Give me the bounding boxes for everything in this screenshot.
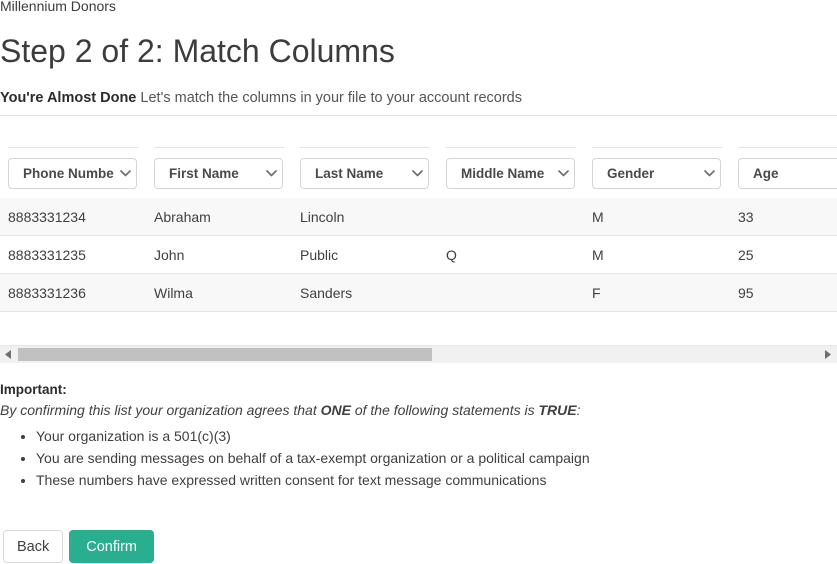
table-cell: Q [446, 246, 457, 263]
column-select-label: Middle Name [461, 165, 545, 181]
match-columns-grid: Phone Number First Name Last Name Middle Na… [0, 121, 837, 312]
important-bullet-list: Your organization is a 501(c)(3)You are … [0, 425, 837, 491]
column-select-label: Last Name [315, 165, 384, 181]
table-cell: 33 [738, 208, 754, 225]
important-lead-true: TRUE [538, 402, 577, 418]
column-select-age[interactable]: Age [738, 157, 837, 189]
table-row: 8883331235 John Public Q M 25 [0, 236, 837, 274]
important-bullet: Your organization is a 501(c)(3) [36, 425, 837, 447]
column-selector-cell-age: Age [730, 157, 837, 189]
header-cell-rule [8, 147, 138, 148]
column-selector-row: Phone Number First Name Last Name Middle Na… [0, 148, 837, 198]
back-button[interactable]: Back [3, 530, 64, 563]
table-header-row [0, 121, 837, 148]
table-header-cell-gender [584, 121, 730, 148]
column-select-label: Gender [607, 165, 655, 181]
column-select-label: Phone Number [23, 165, 114, 181]
table-cell: 8883331236 [8, 284, 86, 301]
column-selector-cell-gender: Gender [584, 157, 730, 189]
column-select-first-name[interactable]: First Name [154, 157, 283, 189]
form-actions: Back Confirm [0, 530, 155, 563]
confirm-button[interactable]: Confirm [69, 530, 155, 563]
table-cell: 8883331234 [8, 208, 86, 225]
column-selector-cell-phone-number: Phone Number [0, 157, 146, 189]
chevron-down-icon [260, 169, 282, 177]
table-cell: Sanders [300, 284, 353, 301]
important-lead-part1: By confirming this list your organizatio… [0, 402, 321, 418]
important-lead: By confirming this list your organizatio… [0, 399, 837, 421]
lead-strong: You're Almost Done [0, 90, 137, 106]
horizontal-scrollbar[interactable] [0, 345, 837, 363]
table-cell: M [592, 246, 604, 263]
column-select-middle-name[interactable]: Middle Name [446, 157, 575, 189]
table-cell: Abraham [154, 208, 211, 225]
table-header-cell-middle-name [438, 121, 584, 148]
table-header-cell-last-name [292, 121, 438, 148]
scrollbar-thumb[interactable] [18, 348, 432, 361]
table-cell: Wilma [154, 284, 193, 301]
important-bullet: These numbers have expressed written con… [36, 469, 837, 491]
chevron-down-icon [406, 169, 428, 177]
column-selector-cell-first-name: First Name [146, 157, 292, 189]
table-cell: 8883331235 [8, 246, 86, 263]
match-columns-table-viewport: Phone Number First Name Last Name Middle Na… [0, 121, 837, 341]
important-lead-one: ONE [320, 402, 351, 418]
table-header-cell-age [730, 121, 837, 148]
table-cell: Lincoln [300, 208, 345, 225]
column-selector-cell-middle-name: Middle Name [438, 157, 584, 189]
table-header-cell-first-name [146, 121, 292, 148]
breadcrumb[interactable]: Millennium Donors [0, 0, 116, 15]
column-select-label: Age [753, 165, 779, 181]
chevron-down-icon [114, 169, 136, 177]
header-cell-rule [738, 147, 837, 148]
table-cell: F [592, 284, 601, 301]
important-notice: Important: By confirming this list your … [0, 381, 837, 491]
table-row: 8883331234 Abraham Lincoln M 33 [0, 198, 837, 236]
header-divider [0, 115, 837, 116]
lead-text: You're Almost Done Let's match the colum… [0, 88, 522, 108]
table-cell: 25 [738, 246, 754, 263]
header-cell-rule [446, 147, 576, 148]
table-body: 8883331234 Abraham Lincoln M 33 8883331235 Joh… [0, 198, 837, 312]
table-row: 8883331236 Wilma Sanders F 95 [0, 274, 837, 312]
table-cell: John [154, 246, 185, 263]
important-title: Important: [0, 382, 67, 397]
table-cell: M [592, 208, 604, 225]
column-select-phone-number[interactable]: Phone Number [8, 157, 137, 189]
scroll-right-arrow-icon[interactable] [820, 346, 837, 363]
chevron-down-icon [698, 169, 720, 177]
table-cell: Public [300, 246, 339, 263]
column-selector-cell-last-name: Last Name [292, 157, 438, 189]
important-lead-part3: : [576, 402, 581, 418]
column-select-gender[interactable]: Gender [592, 157, 721, 189]
column-select-last-name[interactable]: Last Name [300, 157, 429, 189]
important-lead-part2: of the following statements is [350, 402, 539, 418]
lead-detail: Let's match the columns in your file to … [140, 90, 522, 106]
page-title: Step 2 of 2: Match Columns [0, 33, 395, 69]
important-bullet: You are sending messages on behalf of a … [36, 447, 837, 469]
chevron-down-icon [552, 169, 574, 177]
header-cell-rule [300, 147, 430, 148]
table-cell: 95 [738, 284, 754, 301]
column-select-label: First Name [169, 165, 239, 181]
table-header-cell-phone-number [0, 121, 146, 148]
header-cell-rule [592, 147, 722, 148]
scroll-left-arrow-icon[interactable] [0, 346, 17, 363]
header-cell-rule [154, 147, 284, 148]
scrollbar-track[interactable] [17, 346, 820, 363]
